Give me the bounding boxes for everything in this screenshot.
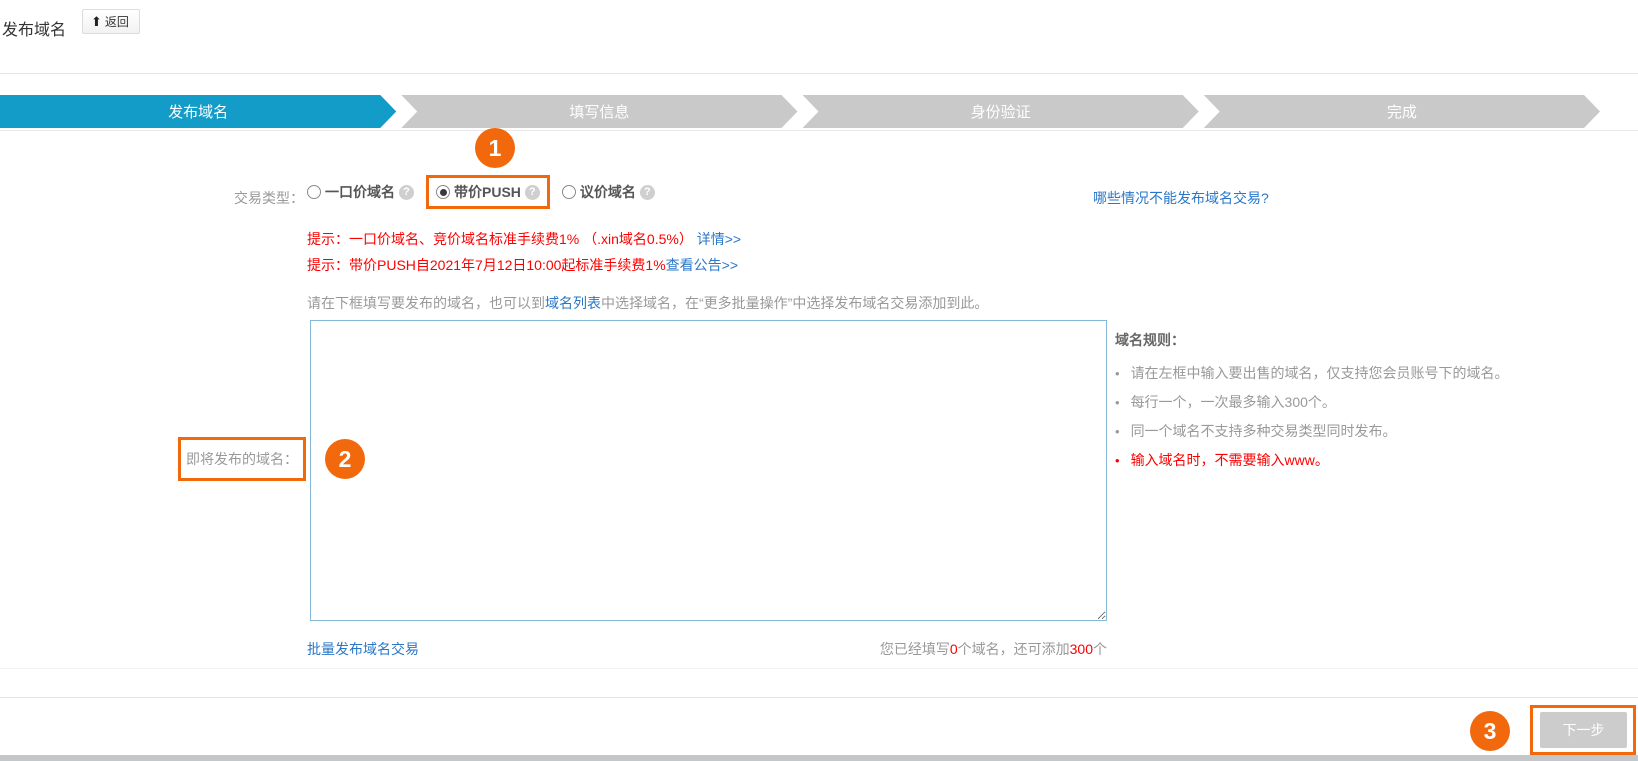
arrow-up-icon: ⬆ <box>91 15 102 28</box>
batch-publish-link[interactable]: 批量发布域名交易 <box>307 639 419 659</box>
step-fill-info: 填写信息 <box>401 95 797 128</box>
publish-domain-page: 发布域名 ⬆ 返回 发布域名 填写信息 身份验证 完成 交易类型： 一口价域名 … <box>0 0 1638 761</box>
annotation-badge-3: 3 <box>1470 711 1510 751</box>
annotation-box-next-button <box>1530 705 1636 755</box>
radio-checked-icon[interactable] <box>436 185 450 199</box>
domain-rules-panel: 域名规则： •请在左框中输入要出售的域名，仅支持您会员账号下的域名。 •每行一个… <box>1115 330 1570 475</box>
remaining-count: 300 <box>1070 641 1093 657</box>
domain-counter: 您已经填写0个域名，还可添加300个 <box>410 639 1107 659</box>
trade-type-options: 一口价域名 ? 带价PUSH ? 议价域名 ? <box>307 175 655 209</box>
wizard-steps: 发布域名 填写信息 身份验证 完成 <box>0 95 1600 128</box>
step-complete: 完成 <box>1204 95 1600 128</box>
annotation-badge-1: 1 <box>475 128 515 168</box>
radio-unchecked-icon[interactable] <box>562 185 576 199</box>
rule-item: •同一个域名不支持多种交易类型同时发布。 <box>1115 417 1570 446</box>
faq-link[interactable]: 哪些情况不能发布域名交易? <box>1093 188 1269 208</box>
rule-item: •请在左框中输入要出售的域名，仅支持您会员账号下的域名。 <box>1115 359 1570 388</box>
rule-item: •每行一个，一次最多输入300个。 <box>1115 388 1570 417</box>
rules-title: 域名规则： <box>1115 330 1570 350</box>
radio-option-push-with-price[interactable]: 带价PUSH ? <box>426 175 550 209</box>
step-publish-domain: 发布域名 <box>0 95 396 128</box>
content-divider <box>0 668 1638 669</box>
footer-divider <box>0 697 1638 698</box>
bottom-scroll-strip <box>0 755 1638 761</box>
page-title: 发布域名 <box>2 16 66 40</box>
bullet-icon: • <box>1115 424 1120 439</box>
announcement-link[interactable]: 查看公告>> <box>666 257 738 273</box>
back-button-label: 返回 <box>105 13 129 30</box>
domain-names-textarea[interactable] <box>310 320 1107 621</box>
help-icon[interactable]: ? <box>525 185 540 200</box>
rule-item-warning: •输入域名时，不需要输入www。 <box>1115 446 1570 475</box>
help-icon[interactable]: ? <box>399 185 414 200</box>
header-divider <box>0 73 1638 74</box>
help-icon[interactable]: ? <box>640 185 655 200</box>
fee-hint-2: 提示：带价PUSH自2021年7月12日10:00起标准手续费1%查看公告>> <box>307 255 738 275</box>
steps-divider <box>0 130 1638 131</box>
radio-option-fixed-price[interactable]: 一口价域名 ? <box>307 182 414 202</box>
detail-link[interactable]: 详情>> <box>697 231 741 247</box>
step-identity-verify: 身份验证 <box>803 95 1199 128</box>
radio-unchecked-icon[interactable] <box>307 185 321 199</box>
trade-type-label: 交易类型： <box>208 188 304 208</box>
radio-option-negotiable-price[interactable]: 议价域名 ? <box>562 182 655 202</box>
domain-names-label: 即将发布的域名： <box>186 449 298 469</box>
fee-hint-1: 提示：一口价域名、竞价域名标准手续费1% （.xin域名0.5%） 详情>> <box>307 229 741 249</box>
annotation-box-domain-label: 即将发布的域名： <box>178 437 306 481</box>
bullet-icon: • <box>1115 395 1120 410</box>
annotation-badge-2: 2 <box>325 439 365 479</box>
back-button[interactable]: ⬆ 返回 <box>82 9 140 34</box>
rules-list: •请在左框中输入要出售的域名，仅支持您会员账号下的域名。 •每行一个，一次最多输… <box>1115 359 1570 475</box>
domain-list-link[interactable]: 域名列表 <box>545 295 601 311</box>
bullet-icon: • <box>1115 366 1120 381</box>
filled-count: 0 <box>950 641 958 657</box>
bullet-icon: • <box>1115 453 1120 468</box>
instruction-text: 请在下框填写要发布的域名，也可以到域名列表中选择域名，在“更多批量操作”中选择发… <box>307 293 988 313</box>
